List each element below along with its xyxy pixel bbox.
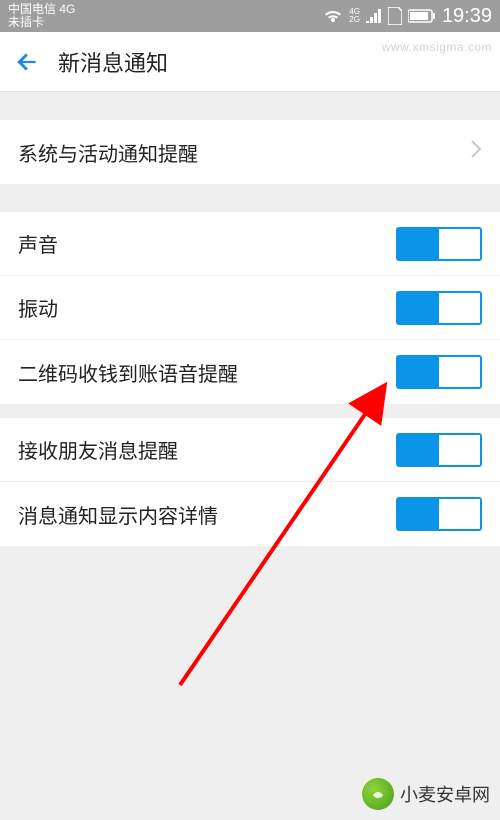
signal-icon <box>366 9 382 23</box>
row-label: 振动 <box>18 293 58 322</box>
network-2g: 2G <box>349 16 360 24</box>
page-title: 新消息通知 <box>58 46 168 78</box>
watermark-text: 小麦安卓网 <box>400 781 490 807</box>
toggle-qr-voice[interactable] <box>396 355 482 389</box>
toggle-vibrate[interactable] <box>396 291 482 325</box>
status-time: 19:39 <box>442 5 492 28</box>
logo-icon <box>362 778 394 810</box>
toggle-show-detail[interactable] <box>396 497 482 531</box>
row-sound: 声音 <box>0 212 500 276</box>
section-gap <box>0 92 500 120</box>
row-show-detail: 消息通知显示内容详情 <box>0 482 500 546</box>
row-label: 二维码收钱到账语音提醒 <box>18 358 238 387</box>
watermark-url: www.xmsigma.com <box>382 40 492 54</box>
row-system-activity[interactable]: 系统与活动通知提醒 <box>0 120 500 184</box>
back-icon[interactable] <box>14 49 40 75</box>
sim-icon <box>388 7 402 25</box>
section-gap <box>0 184 500 212</box>
row-label: 声音 <box>18 229 58 258</box>
status-bar: 中国电信 4G 未插卡 4G 2G 19:39 <box>0 0 500 32</box>
row-label: 接收朋友消息提醒 <box>18 435 178 464</box>
row-vibrate: 振动 <box>0 276 500 340</box>
wifi-icon <box>323 8 343 24</box>
battery-icon <box>408 9 436 23</box>
row-label: 系统与活动通知提醒 <box>18 138 198 167</box>
watermark-brand: 小麦安卓网 <box>362 778 490 810</box>
section-gap <box>0 404 500 418</box>
chevron-right-icon <box>470 139 482 165</box>
network-badge: 4G 2G <box>349 8 360 24</box>
row-qr-voice: 二维码收钱到账语音提醒 <box>0 340 500 404</box>
toggle-sound[interactable] <box>396 227 482 261</box>
toggle-friend-msg[interactable] <box>396 433 482 467</box>
status-subtext: 未插卡 <box>8 16 75 29</box>
row-label: 消息通知显示内容详情 <box>18 500 218 529</box>
row-friend-msg: 接收朋友消息提醒 <box>0 418 500 482</box>
